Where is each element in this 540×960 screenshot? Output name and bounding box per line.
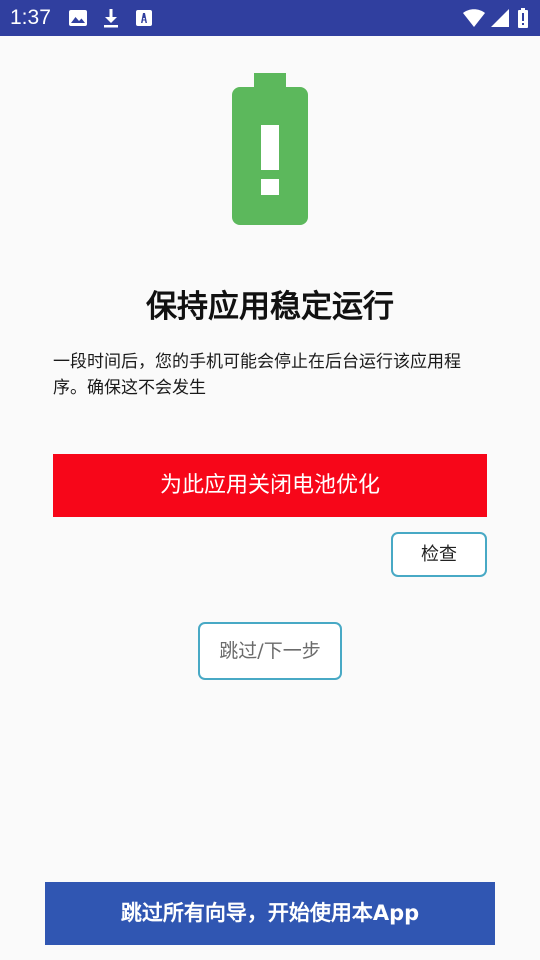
status-bar: 1:37 — [0, 0, 540, 36]
wifi-icon — [463, 9, 485, 27]
download-icon — [104, 9, 118, 28]
page-title: 保持应用稳定运行 — [146, 289, 394, 325]
battery-alert-icon — [232, 73, 308, 225]
disable-battery-optimization-button[interactable]: 为此应用关闭电池优化 — [53, 454, 487, 517]
description-text: 一段时间后，您的手机可能会停止在后台运行该应用程序。确保这不会发生 — [53, 352, 461, 398]
skip-all-wizards-button[interactable]: 跳过所有向导，开始使用本App — [45, 882, 495, 945]
skip-next-button[interactable]: 跳过/下一步 — [198, 622, 342, 680]
battery-alert-icon — [518, 8, 528, 28]
cell-signal-icon — [491, 9, 509, 27]
image-icon — [69, 10, 87, 26]
check-button[interactable]: 检查 — [391, 532, 487, 577]
status-time: 1:37 — [10, 6, 51, 29]
font-a-icon — [136, 10, 152, 26]
